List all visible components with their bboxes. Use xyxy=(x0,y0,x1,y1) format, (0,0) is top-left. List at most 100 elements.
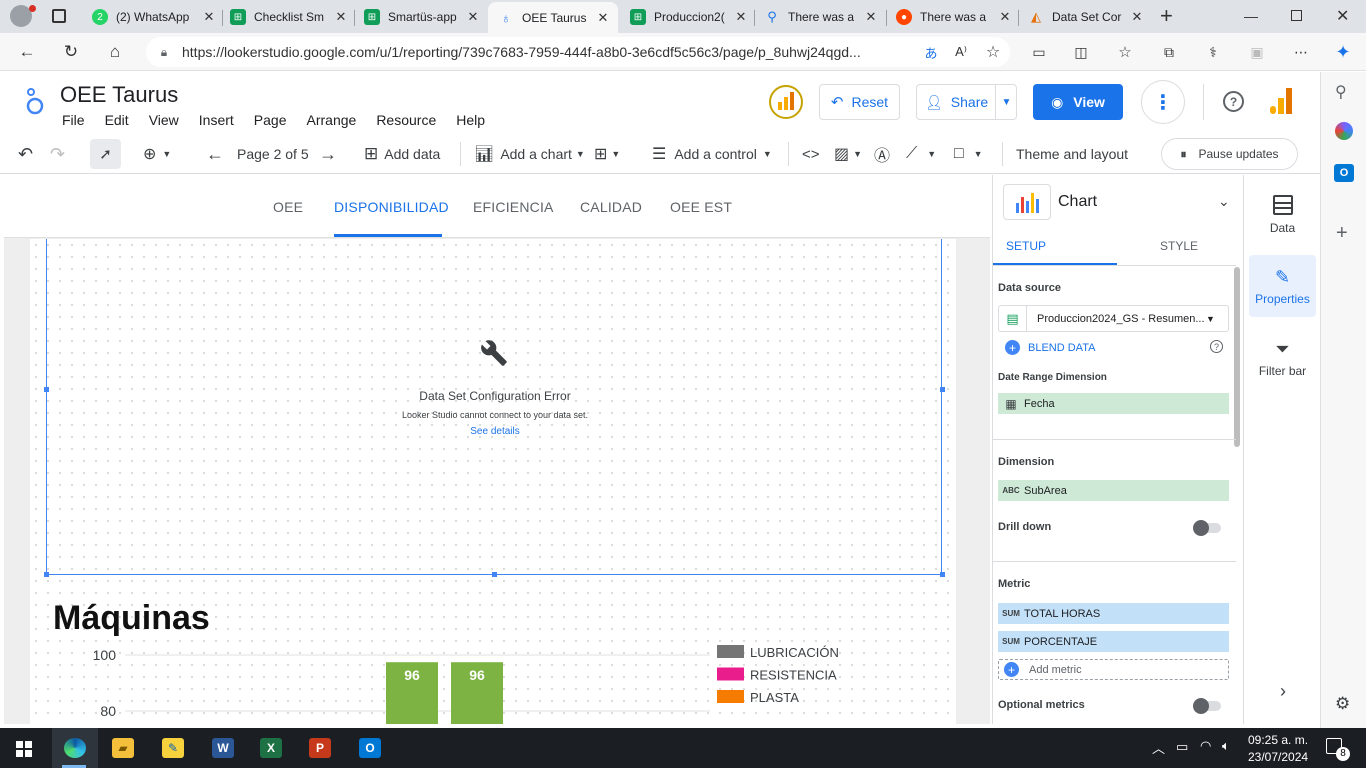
drill-down-toggle[interactable] xyxy=(1193,520,1221,536)
close-tab-icon[interactable]: ✕ xyxy=(864,9,878,25)
home-icon[interactable]: ⌂ xyxy=(102,39,128,65)
add-metric-button[interactable]: + Add metric xyxy=(998,659,1229,680)
add-sidebar-app-icon[interactable]: + xyxy=(1336,222,1348,245)
battery-icon[interactable]: ▭ xyxy=(1176,739,1188,755)
expand-panel-chevron-icon[interactable]: › xyxy=(1280,681,1286,702)
selected-chart-error[interactable]: Data Set Configuration Error Looker Stud… xyxy=(44,239,945,577)
more-options-icon[interactable]: ⋯ xyxy=(1288,39,1314,65)
report-title[interactable]: OEE Taurus xyxy=(60,82,178,108)
resize-handle[interactable] xyxy=(492,572,497,577)
previous-page-icon[interactable]: ← xyxy=(206,134,224,174)
copilot-app-icon[interactable] xyxy=(1335,122,1353,140)
browser-tab-reddit[interactable]: ● There was a ✕ xyxy=(896,4,1012,30)
copilot-disabled-icon[interactable]: ▣ xyxy=(1244,39,1270,65)
windows-start-icon[interactable] xyxy=(16,741,32,757)
search-icon[interactable]: ⚲ xyxy=(1335,82,1347,102)
community-viz-icon[interactable]: ⊞ ▼ xyxy=(594,134,620,174)
menu-resource[interactable]: Resource xyxy=(376,112,436,128)
close-tab-icon[interactable]: ✕ xyxy=(734,9,748,25)
add-chart-button[interactable]: 📊︎ Add a chart ▼ xyxy=(474,134,585,174)
page-tab-eficiencia[interactable]: EFICIENCIA xyxy=(473,199,554,215)
metric-chip-total-horas[interactable]: SUM TOTAL HORAS xyxy=(998,603,1229,624)
redo-icon[interactable]: ↷ xyxy=(50,134,65,174)
browser-tab-whatsapp[interactable]: 2 (2) WhatsApp ✕ xyxy=(92,4,216,30)
page-tab-oee[interactable]: OEE xyxy=(273,199,303,215)
screencast-icon[interactable]: ▭ xyxy=(1026,39,1052,65)
page-tab-calidad[interactable]: CALIDAD xyxy=(580,199,642,215)
share-dropdown-icon[interactable]: ▼ xyxy=(995,85,1017,119)
reset-button[interactable]: ↶ Reset xyxy=(819,84,900,120)
browser-tab-checklist[interactable]: ⊞ Checklist Sm ✕ xyxy=(230,4,348,30)
sidebar-item-filter-bar[interactable]: ⏷ Filter bar xyxy=(1244,339,1321,378)
help-icon[interactable]: ? xyxy=(1223,91,1244,112)
copilot-icon[interactable]: ✦ xyxy=(1330,39,1356,65)
looker-studio-logo-icon[interactable] xyxy=(24,86,46,116)
menu-arrange[interactable]: Arrange xyxy=(307,112,357,128)
favorite-star-icon[interactable]: ☆ xyxy=(976,42,1010,62)
select-tool-button[interactable]: ➚ xyxy=(90,139,121,169)
browser-tab-search[interactable]: ⚲ There was a ✕ xyxy=(764,4,878,30)
close-tab-icon[interactable]: ✕ xyxy=(202,9,216,25)
data-source-select[interactable]: ▤ Produccion2024_GS - Resumen... ▼ xyxy=(998,305,1229,332)
browser-tab-dataset[interactable]: ◭ Data Set Cor ✕ xyxy=(1028,4,1144,30)
zoom-icon[interactable]: ⊕ ▼ xyxy=(143,134,171,174)
optional-metrics-toggle[interactable] xyxy=(1193,698,1221,714)
chart-type-icon[interactable] xyxy=(1003,184,1051,220)
menu-view[interactable]: View xyxy=(149,112,179,128)
wifi-icon[interactable]: ◠ xyxy=(1200,738,1211,754)
menu-help[interactable]: Help xyxy=(456,112,485,128)
close-tab-icon[interactable]: ✕ xyxy=(596,10,610,26)
line-icon[interactable]: ⟋ ▼ xyxy=(906,134,936,174)
close-tab-icon[interactable]: ✕ xyxy=(1130,9,1144,25)
close-tab-icon[interactable]: ✕ xyxy=(466,9,480,25)
outlook-icon[interactable]: O xyxy=(359,738,381,758)
browser-tab-produccion[interactable]: ⊞ Produccion2( ✕ xyxy=(630,4,748,30)
panel-collapse-chevron-icon[interactable]: ⌄ xyxy=(1218,193,1230,210)
split-screen-icon[interactable]: ◫ xyxy=(1068,39,1094,65)
file-explorer-icon[interactable]: ▰ xyxy=(112,738,134,758)
account-analytics-icon[interactable] xyxy=(1270,88,1294,114)
metric-chip-porcentaje[interactable]: SUM PORCENTAJE xyxy=(998,631,1229,652)
dimension-chip[interactable]: ABC SubArea xyxy=(998,480,1229,501)
settings-gear-icon[interactable]: ⚙ xyxy=(1335,694,1350,714)
browser-tab-oee-taurus[interactable]: ♁ OEE Taurus ✕ xyxy=(488,2,618,33)
panel-scrollbar[interactable] xyxy=(1234,267,1240,447)
collections-icon[interactable]: ⧉ xyxy=(1156,39,1182,65)
undo-icon[interactable]: ↶ xyxy=(18,134,33,174)
analytics-badge-icon[interactable] xyxy=(769,85,803,119)
menu-page[interactable]: Page xyxy=(254,112,287,128)
favorites-icon[interactable]: ☆ xyxy=(1112,39,1138,65)
resize-handle[interactable] xyxy=(44,572,49,577)
panel-tab-style[interactable]: STYLE xyxy=(1160,239,1198,253)
page-tab-disponibilidad[interactable]: DISPONIBILIDAD xyxy=(334,199,449,215)
shape-icon[interactable]: □ ▼ xyxy=(954,134,983,174)
url-field[interactable]: 🔒︎ https://lookerstudio.google.com/u/1/r… xyxy=(146,37,1010,67)
powerpoint-icon[interactable]: P xyxy=(309,738,331,758)
clock-date[interactable]: 23/07/2024 xyxy=(1248,750,1308,764)
sticky-notes-icon[interactable]: ✎ xyxy=(162,738,184,758)
outlook-icon[interactable]: O xyxy=(1334,164,1354,182)
minimize-icon[interactable]: — xyxy=(1244,8,1258,24)
view-button[interactable]: ◉ View xyxy=(1033,84,1123,120)
text-box-icon[interactable]: Ⓐ xyxy=(874,134,890,174)
restore-icon[interactable] xyxy=(1291,10,1302,21)
pause-updates-button[interactable]: ⏸︎ Pause updates xyxy=(1161,138,1298,170)
add-data-button[interactable]: ⊞ Add data xyxy=(364,134,440,174)
menu-file[interactable]: File xyxy=(62,112,85,128)
add-control-button[interactable]: ☰ Add a control ▼ xyxy=(652,134,772,174)
close-tab-icon[interactable]: ✕ xyxy=(998,9,1012,25)
close-window-icon[interactable]: ✕ xyxy=(1336,6,1349,26)
sidebar-item-properties[interactable]: ✎ Properties xyxy=(1244,267,1321,306)
clock-time[interactable]: 09:25 a. m. xyxy=(1248,733,1308,747)
menu-edit[interactable]: Edit xyxy=(105,112,129,128)
extensions-icon[interactable]: ⚕ xyxy=(1200,39,1226,65)
more-vert-icon[interactable]: ⋮ xyxy=(1141,80,1185,124)
word-icon[interactable]: W xyxy=(212,738,234,758)
resize-handle[interactable] xyxy=(940,572,945,577)
excel-icon[interactable]: X xyxy=(260,738,282,758)
new-tab-icon[interactable]: + xyxy=(1160,3,1173,29)
see-details-link[interactable]: See details xyxy=(47,426,943,437)
browser-tab-smartus[interactable]: ⊞ Smartüs-app ✕ xyxy=(364,4,480,30)
panel-tab-setup[interactable]: SETUP xyxy=(1006,239,1046,253)
back-icon[interactable]: ← xyxy=(14,39,40,65)
